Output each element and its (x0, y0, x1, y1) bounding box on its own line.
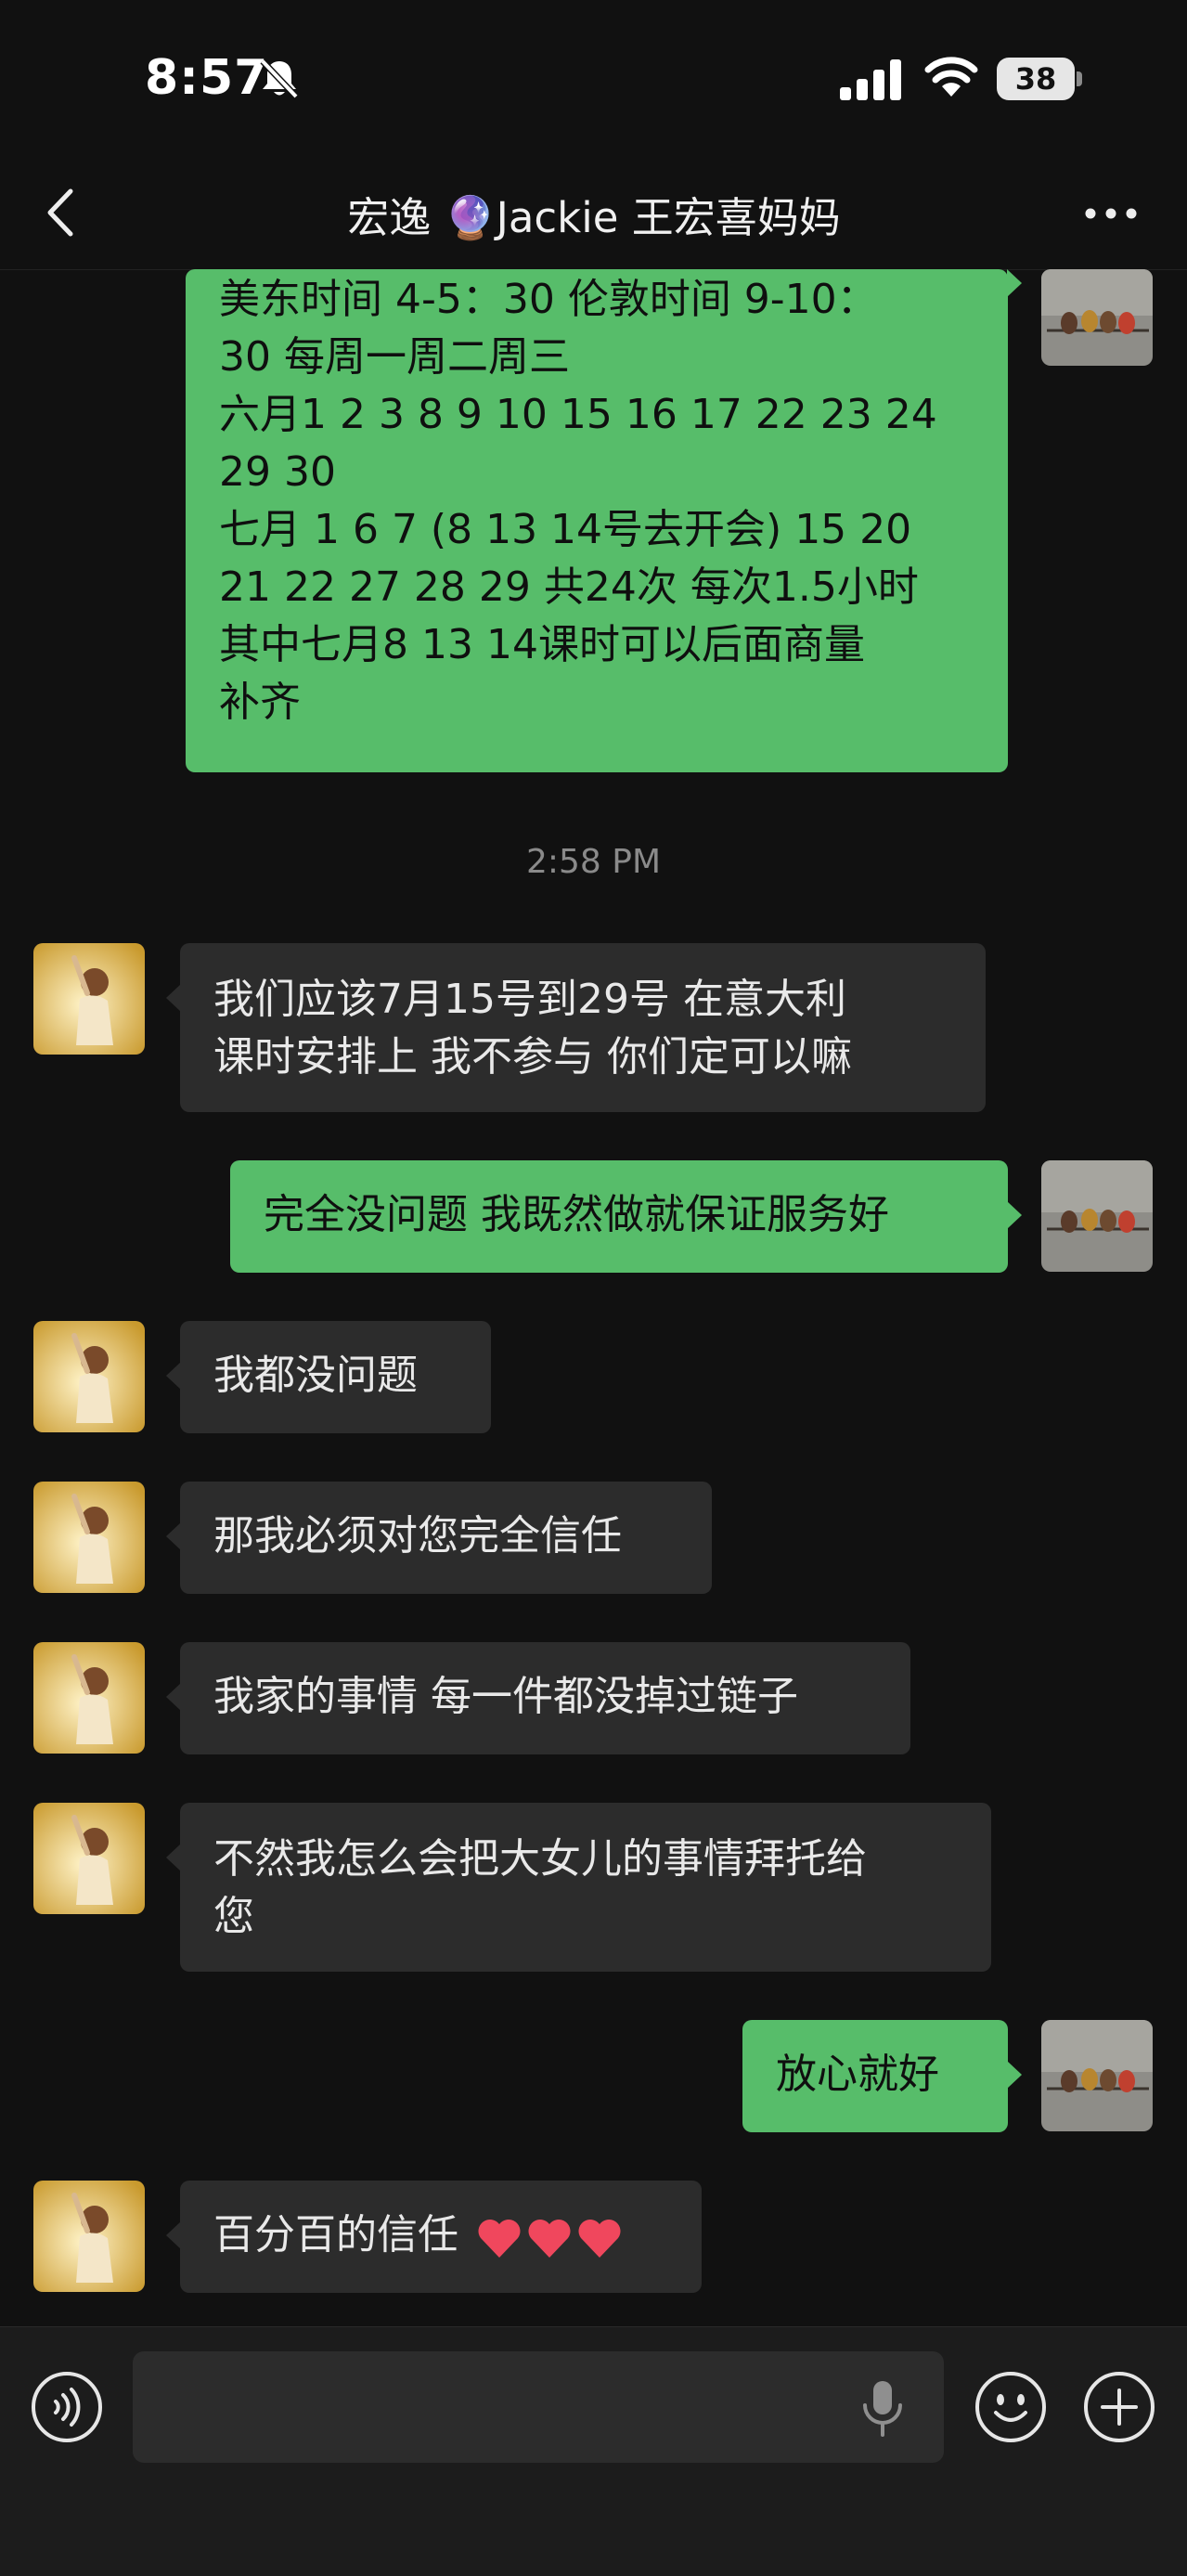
message-text: 那我必须对您完全信任 (213, 1512, 622, 1560)
message-text: 百分百的信任 (213, 2211, 458, 2259)
message-text: 我都没问题 (213, 1352, 418, 1399)
heart-emoji-icon (478, 2220, 621, 2258)
emoji-icon[interactable] (974, 2370, 1048, 2444)
my-avatar[interactable] (1041, 2020, 1153, 2131)
wifi-icon (924, 57, 978, 97)
battery-level: 38 (1014, 61, 1057, 97)
message-bubble-outgoing[interactable]: 美东时间 4-5：30 伦敦时间 9-10： 30 每周一周二周三 六月1 2 … (186, 269, 1022, 772)
message-bubble-incoming[interactable]: 百分百的信任 (166, 2181, 702, 2293)
my-avatar[interactable] (1041, 269, 1153, 366)
message-bubble-outgoing[interactable]: 放心就好 (742, 2020, 1022, 2132)
message-text: 放心就好 (776, 2051, 939, 2098)
message-text: 美东时间 4-5：30 伦敦时间 9-10： 30 每周一周二周三 六月1 2 … (219, 276, 937, 726)
bell-slash-icon (260, 58, 299, 99)
message-text: 我们应该7月15号到29号 在意大利 课时安排上 我不参与 你们定可以嘛 (213, 976, 852, 1081)
message-bubble-incoming[interactable]: 不然我怎么会把大女儿的事情拜托给 您 (166, 1803, 991, 1972)
battery-icon: 38 (997, 58, 1082, 102)
contact-avatar[interactable] (33, 1321, 145, 1432)
plus-icon[interactable] (1082, 2370, 1156, 2444)
message-input[interactable] (133, 2351, 944, 2463)
contact-avatar[interactable] (33, 2181, 145, 2292)
signal-icon (840, 59, 901, 100)
contact-avatar[interactable] (33, 1803, 145, 1914)
timestamp: 2:58 PM (525, 843, 662, 881)
contact-avatar[interactable] (33, 943, 145, 1055)
message-bubble-incoming[interactable]: 我们应该7月15号到29号 在意大利 课时安排上 我不参与 你们定可以嘛 (166, 943, 986, 1112)
contact-avatar[interactable] (33, 1482, 145, 1593)
input-bar (0, 2326, 1187, 2576)
voice-icon[interactable] (30, 2370, 104, 2444)
chevron-left-icon[interactable] (37, 180, 84, 245)
battery-tip (1077, 71, 1082, 86)
message-bubble-incoming[interactable]: 那我必须对您完全信任 (166, 1482, 712, 1594)
message-text: 不然我怎么会把大女儿的事情拜托给 您 (213, 1835, 867, 1940)
chat-header: 宏逸 🔮Jackie 王宏喜妈妈 (0, 158, 1187, 270)
message-text: 完全没问题 我既然做就保证服务好 (264, 1191, 889, 1238)
message-bubble-incoming[interactable]: 我都没问题 (166, 1321, 491, 1433)
chat-title: 宏逸 🔮Jackie 王宏喜妈妈 (347, 193, 841, 242)
more-dots-icon[interactable] (1078, 186, 1143, 241)
message-bubble-outgoing[interactable]: 完全没问题 我既然做就保证服务好 (230, 1160, 1022, 1273)
message-bubble-incoming[interactable]: 我家的事情 每一件都没掉过链子 (166, 1642, 910, 1754)
contact-avatar[interactable] (33, 1642, 145, 1754)
microphone-icon[interactable] (858, 2377, 907, 2439)
status-bar: 8:57 38 (0, 0, 1187, 158)
status-time: 8:57 (145, 50, 269, 106)
message-text: 我家的事情 每一件都没掉过链子 (213, 1673, 798, 1720)
my-avatar[interactable] (1041, 1160, 1153, 1272)
